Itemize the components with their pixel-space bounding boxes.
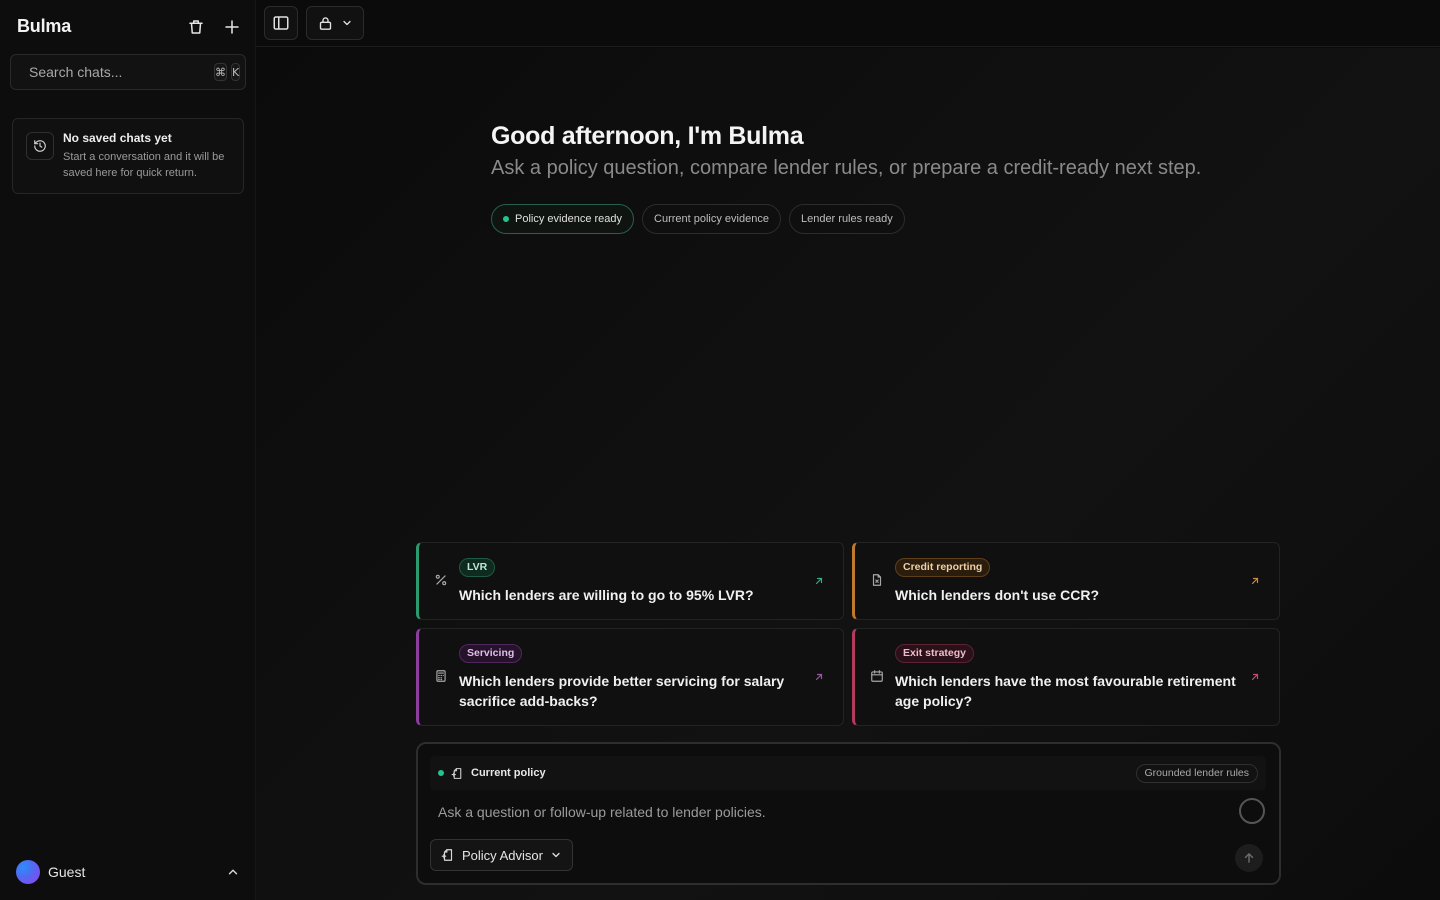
grounded-badge: Grounded lender rules [1135, 763, 1258, 783]
empty-text: Start a conversation and it will be save… [63, 151, 225, 179]
suggestion-card-exit-strategy[interactable]: Exit strategy Which lenders have the mos… [852, 628, 1280, 726]
user-menu[interactable]: Guest [16, 860, 240, 884]
hero: Good afternoon, I'm Bulma Ask a policy q… [491, 122, 1211, 234]
suggestion-cards: LVR Which lenders are willing to go to 9… [416, 542, 1280, 726]
brand-title: Bulma [17, 16, 72, 36]
search-input[interactable] [29, 64, 210, 80]
status-pills: Policy evidence ready Current policy evi… [491, 204, 1211, 234]
file-x-icon [872, 574, 882, 586]
policy-context-bar: Current policy Grounded lender rules [430, 756, 1266, 790]
card-tag: Servicing [459, 644, 523, 663]
suggestion-card-servicing[interactable]: Servicing Which lenders provide better s… [416, 628, 844, 726]
card-question: Which lenders have the most favourable r… [895, 673, 1236, 709]
arrow-up-right-icon [815, 673, 823, 681]
pill-policy-evidence-ready[interactable]: Policy evidence ready [491, 204, 635, 234]
arrow-up-right-icon [1251, 577, 1259, 585]
policy-document-icon [441, 849, 453, 861]
card-tag: LVR [459, 558, 496, 577]
voice-button[interactable] [1239, 798, 1265, 824]
topbar [256, 0, 1440, 47]
empty-title: No saved chats yet [63, 131, 172, 145]
card-question: Which lenders are willing to go to 95% L… [459, 587, 754, 603]
card-tag: Credit reporting [895, 558, 991, 577]
context-label: Current policy [471, 767, 546, 779]
pill-current-policy-evidence[interactable]: Current policy evidence [642, 204, 781, 234]
sidebar-toggle-icon [273, 16, 289, 30]
kbd-cmd: ⌘ [214, 63, 227, 81]
history-icon [34, 140, 46, 152]
main-area: Good afternoon, I'm Bulma Ask a policy q… [256, 48, 1440, 900]
suggestion-card-lvr[interactable]: LVR Which lenders are willing to go to 9… [416, 542, 844, 620]
mode-label: Policy Advisor [462, 847, 543, 863]
status-dot [503, 216, 509, 222]
arrow-up-right-icon [815, 577, 823, 585]
card-question: Which lenders provide better servicing f… [459, 673, 785, 709]
pill-label: Policy evidence ready [515, 213, 623, 225]
pill-lender-rules-ready[interactable]: Lender rules ready [788, 204, 905, 234]
chevron-up-icon [228, 869, 238, 875]
pill-label: Current policy evidence [654, 213, 769, 225]
history-icon-box [26, 132, 54, 160]
message-input[interactable] [438, 804, 1218, 820]
avatar [16, 860, 40, 884]
policy-document-icon [451, 767, 462, 779]
percent-icon [435, 574, 447, 586]
toggle-sidebar-button[interactable] [264, 6, 298, 40]
delete-chats-button[interactable] [184, 15, 208, 39]
calendar-icon [871, 670, 883, 682]
chevron-down-icon [342, 20, 351, 26]
mode-selector-button[interactable]: Policy Advisor [430, 839, 573, 871]
calculator-icon [436, 670, 446, 682]
composer: Current policy Grounded lender rules Pol… [416, 742, 1281, 885]
card-tag: Exit strategy [895, 644, 975, 663]
chevron-down-icon [552, 852, 560, 858]
subtitle: Ask a policy question, compare lender ru… [491, 157, 1202, 179]
card-question: Which lenders don't use CCR? [895, 587, 1100, 603]
suggestion-card-credit-reporting[interactable]: Credit reporting Which lenders don't use… [852, 542, 1280, 620]
new-chat-button[interactable] [220, 15, 244, 39]
arrow-up-right-icon [1251, 673, 1259, 681]
pill-label: Lender rules ready [800, 213, 893, 225]
search-box[interactable]: ⌘ K [10, 54, 246, 90]
arrow-up-icon [1244, 853, 1254, 863]
privacy-dropdown-button[interactable] [306, 6, 364, 40]
trash-icon [189, 20, 203, 34]
user-name: Guest [48, 864, 86, 880]
greeting: Good afternoon, I'm Bulma [491, 122, 804, 150]
status-dot [438, 770, 444, 776]
sidebar: Bulma ⌘ K No saved chats yet Start a con… [0, 0, 256, 900]
send-button[interactable] [1235, 844, 1263, 872]
kbd-k: K [231, 63, 241, 81]
empty-chats-card: No saved chats yet Start a conversation … [12, 118, 244, 194]
lock-icon [319, 16, 331, 30]
plus-icon [225, 20, 239, 34]
